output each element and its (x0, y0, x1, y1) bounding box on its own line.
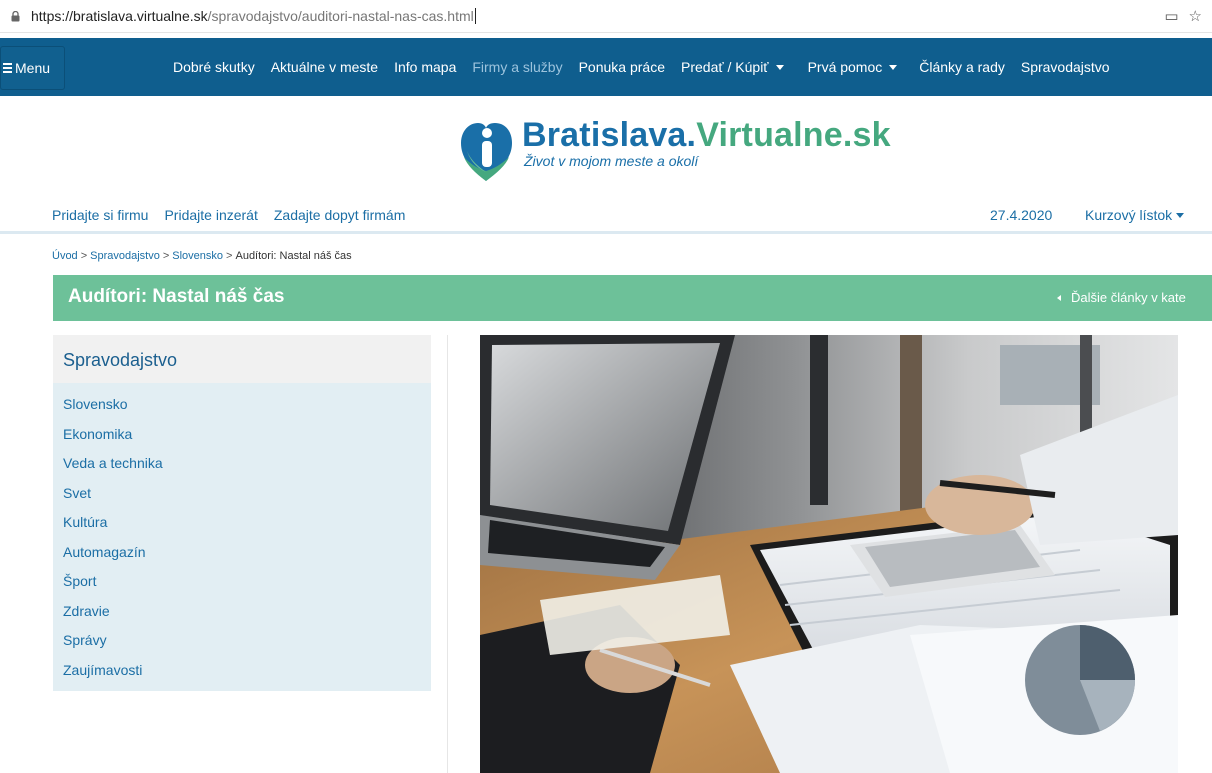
breadcrumb-current: Audítori: Nastal náš čas (235, 250, 352, 262)
more-articles-link[interactable]: Ďalšie články v kate (1057, 290, 1186, 305)
url-text[interactable]: https://bratislava.virtualne.sk/spravoda… (31, 8, 476, 24)
logo-tagline: Život v mojom meste a okolí (524, 153, 699, 169)
nav-item-dobre-skutky[interactable]: Dobré skutky (173, 59, 255, 75)
exchange-rate-label: Kurzový lístok (1085, 207, 1173, 223)
menu-label: Menu (15, 60, 51, 76)
breadcrumb-separator: > (226, 250, 233, 262)
sidebar-item-svet[interactable]: Svet (63, 479, 431, 509)
category-sidebar: Spravodajstvo Slovensko Ekonomika Veda a… (53, 335, 431, 691)
sidebar-item-veda[interactable]: Veda a technika (63, 449, 431, 479)
breadcrumb: Úvod > Spravodajstvo > Slovensko > Audítori: N… (52, 250, 352, 262)
sidebar-item-automagazin[interactable]: Automagazín (63, 538, 431, 568)
sidebar-item-slovensko[interactable]: Slovensko (63, 390, 431, 420)
caret-down-icon (775, 65, 784, 70)
sidebar-heading[interactable]: Spravodajstvo (53, 335, 431, 383)
url-host: https://bratislava.virtualne.sk (31, 8, 208, 24)
add-company-link[interactable]: Pridajte si firmu (52, 207, 148, 223)
hamburger-icon (3, 61, 12, 75)
sidebar-item-kultura[interactable]: Kultúra (63, 508, 431, 538)
lock-icon (11, 11, 20, 22)
nav-item-aktualne[interactable]: Aktuálne v meste (271, 59, 378, 75)
article-title-bar: Audítori: Nastal náš čas Ďalšie články v… (53, 275, 1212, 321)
request-link[interactable]: Zadajte dopyt firmám (274, 207, 406, 223)
add-ad-link[interactable]: Pridajte inzerát (164, 207, 257, 223)
more-articles-label: Ďalšie články v kate (1071, 290, 1186, 305)
url-path: /spravodajstvo/auditori-nastal-nas-cas.h… (207, 8, 474, 24)
breadcrumb-home[interactable]: Úvod (52, 250, 78, 262)
text-cursor (474, 8, 476, 24)
nav-item-info-mapa[interactable]: Info mapa (394, 59, 456, 75)
logo-title-main: Bratislava. (522, 116, 697, 154)
current-date: 27.4.2020 (990, 207, 1053, 223)
caret-down-icon (889, 65, 898, 70)
breadcrumb-separator: > (80, 250, 88, 262)
nav-item-clanky[interactable]: Články a rady (919, 59, 1005, 75)
logo-title: Bratislava.Virtualne.sk (522, 117, 891, 153)
article-image (480, 335, 1178, 773)
exchange-rate-dropdown[interactable]: Kurzový lístok (1085, 207, 1185, 223)
breadcrumb-separator: > (162, 250, 170, 262)
sidebar-item-sport[interactable]: Šport (63, 567, 431, 597)
sidebar-item-zdravie[interactable]: Zdravie (63, 597, 431, 627)
nav-item-firmy[interactable]: Firmy a služby (472, 59, 562, 75)
sidebar-item-ekonomika[interactable]: Ekonomika (63, 420, 431, 450)
cast-icon[interactable]: ▭ (1164, 7, 1178, 25)
heart-info-logo-icon (461, 123, 512, 181)
nav-item-ponuka-prace[interactable]: Ponuka práce (579, 59, 665, 75)
logo-title-accent: Virtualne.sk (696, 116, 891, 154)
browser-address-bar[interactable]: https://bratislava.virtualne.sk/spravoda… (0, 0, 1212, 33)
main-navigation: Menu Dobré skutky Aktuálne v meste Info … (0, 38, 1212, 96)
page-title: Audítori: Nastal náš čas (68, 286, 285, 307)
nav-item-spravodajstvo[interactable]: Spravodajstvo (1021, 59, 1110, 75)
menu-button[interactable]: Menu (0, 46, 65, 90)
breadcrumb-spravodajstvo[interactable]: Spravodajstvo (90, 250, 160, 262)
nav-item-prva-pomoc[interactable]: Prvá pomoc (808, 59, 898, 75)
secondary-bar: Pridajte si firmu Pridajte inzerát Zadaj… (0, 198, 1212, 234)
site-logo[interactable]: Bratislava.Virtualne.sk Život v mojom me… (459, 117, 891, 187)
column-divider (447, 335, 448, 773)
nav-item-label: Predať / Kúpiť (681, 59, 769, 75)
breadcrumb-slovensko[interactable]: Slovensko (172, 250, 223, 262)
nav-item-predat-kupit[interactable]: Predať / Kúpiť (681, 59, 784, 75)
caret-down-icon (1176, 213, 1185, 218)
sidebar-item-zaujimavosti[interactable]: Zaujímavosti (63, 656, 431, 686)
sidebar-item-spravy[interactable]: Správy (63, 626, 431, 656)
caret-left-icon (1057, 295, 1061, 301)
star-icon[interactable]: ☆ (1189, 7, 1202, 25)
nav-item-label: Prvá pomoc (807, 59, 883, 75)
